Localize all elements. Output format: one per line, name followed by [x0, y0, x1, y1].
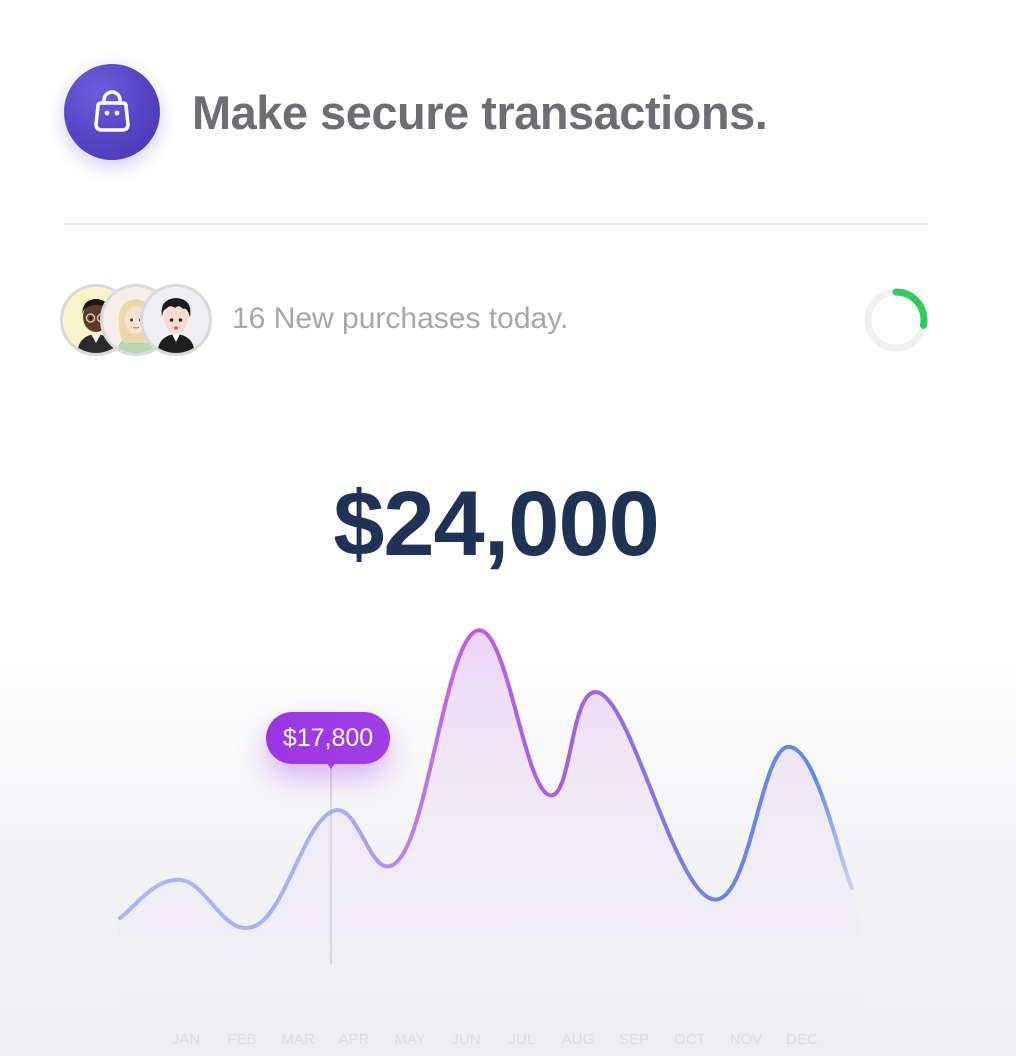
x-tick-label: FEB: [227, 1031, 256, 1048]
new-purchases-label: 16 New purchases today.: [232, 302, 569, 335]
x-tick-label: MAR: [281, 1031, 315, 1048]
x-tick-label: JUL: [509, 1031, 536, 1048]
divider: [64, 223, 928, 225]
x-tick-label: JAN: [172, 1031, 200, 1048]
page-title: Make secure transactions.: [192, 85, 768, 139]
progress-ring: [864, 288, 928, 352]
area-fill: [118, 630, 868, 1056]
area-chart: JAN FEB MAR APR MAY JUN JUL AUG SEP OCT NOV DEC: [118, 628, 868, 1056]
shopping-bag-icon: [64, 64, 160, 160]
total-amount: $24,000: [333, 473, 660, 575]
x-tick-label: OCT: [674, 1031, 706, 1048]
x-tick-label: NOV: [730, 1031, 763, 1048]
avatar[interactable]: [140, 284, 212, 356]
value-tooltip: $17,800: [266, 712, 390, 764]
x-tick-label: AUG: [562, 1031, 595, 1048]
x-tick-label: DEC: [786, 1031, 818, 1048]
x-tick-label: MAY: [394, 1031, 425, 1048]
header: Make secure transactions.: [64, 64, 768, 160]
x-tick-label: JUN: [451, 1031, 480, 1048]
purchases-row: 16 New purchases today.: [60, 284, 930, 356]
x-tick-label: SEP: [619, 1031, 649, 1048]
x-tick-label: APR: [339, 1031, 370, 1048]
tooltip-pointer: [325, 760, 337, 769]
